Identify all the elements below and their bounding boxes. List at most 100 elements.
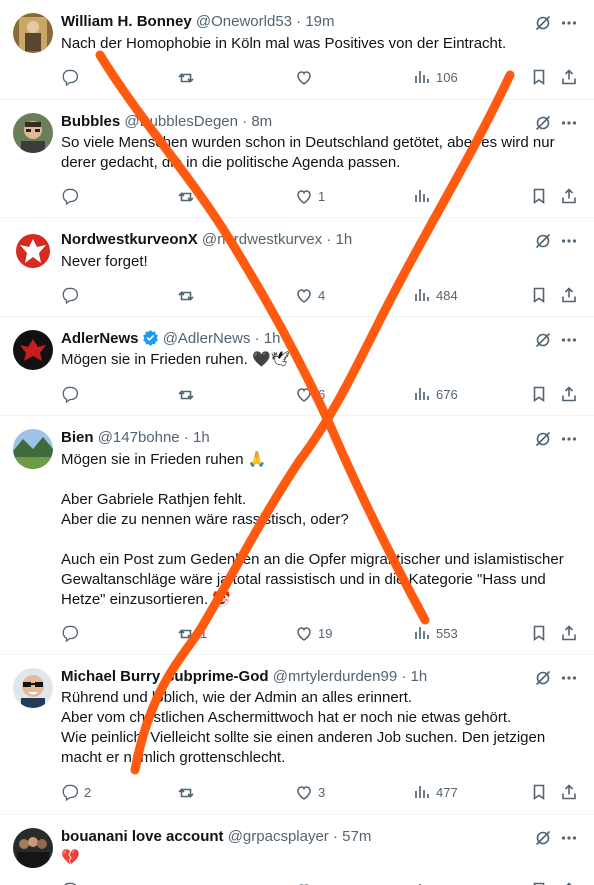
author-handle[interactable]: @nordwestkurvex: [202, 231, 322, 248]
portrait-avatar[interactable]: [13, 113, 53, 153]
share-button[interactable]: [560, 384, 578, 404]
bookmark-button[interactable]: [530, 186, 548, 206]
bookmark-button[interactable]: [530, 67, 548, 87]
group-photo-avatar[interactable]: [13, 828, 53, 868]
tweet-text-line: [61, 530, 581, 550]
like-button[interactable]: [295, 880, 318, 885]
author-name[interactable]: NordwestkurveonX: [61, 231, 198, 248]
retweet-button[interactable]: [177, 384, 200, 404]
more-options-icon[interactable]: [560, 232, 578, 250]
like-button[interactable]: 4: [295, 285, 325, 305]
tweet[interactable]: Michael Burry Subprime-God @mrtylerdurde…: [0, 655, 594, 815]
author-handle[interactable]: @BubblesDegen: [124, 113, 238, 130]
share-button[interactable]: [560, 186, 578, 206]
views-button[interactable]: [413, 880, 436, 885]
reply-button[interactable]: [61, 285, 84, 305]
more-options-icon[interactable]: [560, 331, 578, 349]
reply-button[interactable]: [61, 67, 84, 87]
tweet-text-line: Hetze" einzusortieren. 🤡: [61, 591, 231, 608]
author-name[interactable]: AdlerNews: [61, 330, 139, 347]
grok-icon[interactable]: [534, 14, 552, 32]
reply-button[interactable]: [61, 384, 84, 404]
tweet[interactable]: Bubbles @BubblesDegen · 8m So viele Mensc…: [0, 100, 594, 218]
share-button[interactable]: [560, 623, 578, 643]
author-handle[interactable]: @Oneworld53: [196, 13, 292, 30]
author-handle[interactable]: @147bohne: [98, 429, 180, 446]
retweet-button[interactable]: 1: [177, 623, 207, 643]
eagle-logo-avatar[interactable]: [13, 330, 53, 370]
landscape-avatar[interactable]: [13, 429, 53, 469]
like-button[interactable]: 19: [295, 623, 332, 643]
retweet-button[interactable]: [177, 285, 200, 305]
sunglasses-avatar[interactable]: [13, 668, 53, 708]
tweet[interactable]: NordwestkurveonX @nordwestkurvex · 1h Nev…: [0, 218, 594, 317]
author-name[interactable]: Michael Burry Subprime-God: [61, 668, 269, 685]
author-name[interactable]: Bubbles: [61, 113, 120, 130]
bookmark-button[interactable]: [530, 880, 548, 885]
like-button[interactable]: 6: [295, 384, 325, 404]
views-button[interactable]: 553: [413, 623, 458, 643]
grok-icon[interactable]: [534, 829, 552, 847]
author-name[interactable]: Bien: [61, 429, 94, 446]
reply-icon: [62, 188, 79, 205]
tweet[interactable]: bouanani love account @grpacsplayer · 57…: [0, 815, 594, 885]
timestamp[interactable]: 1h: [264, 330, 281, 347]
more-options-icon[interactable]: [560, 669, 578, 687]
tweet-actions: 1: [0, 186, 594, 208]
retweet-button[interactable]: [177, 880, 200, 885]
painting-avatar[interactable]: [13, 13, 53, 53]
share-button[interactable]: [560, 67, 578, 87]
author-handle[interactable]: @AdlerNews: [163, 330, 251, 347]
views-button[interactable]: [413, 186, 436, 206]
tweet-header: AdlerNews @AdlerNews · 1h: [61, 329, 281, 352]
timestamp[interactable]: 19m: [305, 13, 334, 30]
views-button[interactable]: 106: [413, 67, 458, 87]
reply-button[interactable]: [61, 623, 84, 643]
views-button[interactable]: 676: [413, 384, 458, 404]
timestamp[interactable]: 1h: [336, 231, 353, 248]
author-name[interactable]: William H. Bonney: [61, 13, 192, 30]
timestamp[interactable]: 8m: [251, 113, 272, 130]
retweet-button[interactable]: [177, 782, 200, 802]
reply-button[interactable]: [61, 880, 84, 885]
bookmark-button[interactable]: [530, 623, 548, 643]
grok-icon[interactable]: [534, 669, 552, 687]
share-button[interactable]: [560, 782, 578, 802]
timestamp[interactable]: 1h: [193, 429, 210, 446]
tweet[interactable]: William H. Bonney @Oneworld53 · 19m Nach …: [0, 0, 594, 100]
timestamp[interactable]: 57m: [342, 828, 371, 845]
retweet-button[interactable]: [177, 67, 200, 87]
tweet[interactable]: AdlerNews @AdlerNews · 1h Mögen sie in Fr…: [0, 317, 594, 416]
like-button[interactable]: [295, 67, 318, 87]
author-name[interactable]: bouanani love account: [61, 828, 224, 845]
more-options-icon[interactable]: [560, 114, 578, 132]
grok-icon[interactable]: [534, 331, 552, 349]
share-icon: [562, 69, 576, 85]
bookmark-button[interactable]: [530, 782, 548, 802]
bookmark-button[interactable]: [530, 384, 548, 404]
tweet[interactable]: Bien @147bohne · 1h Mögen sie in Frieden …: [0, 416, 594, 655]
author-handle[interactable]: @mrtylerdurden99: [273, 668, 397, 685]
share-button[interactable]: [560, 285, 578, 305]
more-options-icon[interactable]: [560, 430, 578, 448]
like-button[interactable]: 3: [295, 782, 325, 802]
views-button[interactable]: 484: [413, 285, 458, 305]
share-button[interactable]: [560, 880, 578, 885]
grok-icon[interactable]: [534, 232, 552, 250]
separator-dot: ·: [238, 113, 252, 130]
reply-button[interactable]: [61, 186, 84, 206]
more-options-icon[interactable]: [560, 829, 578, 847]
grok-icon[interactable]: [534, 114, 552, 132]
retweet-button[interactable]: [177, 186, 200, 206]
tweet-text-line: Wie peinlich. Vielleicht sollte sie eine…: [61, 729, 546, 746]
like-button[interactable]: 1: [295, 186, 325, 206]
more-options-icon[interactable]: [560, 14, 578, 32]
author-handle[interactable]: @grpacsplayer: [228, 828, 329, 845]
timestamp[interactable]: 1h: [411, 668, 428, 685]
reply-button[interactable]: 2: [61, 782, 91, 802]
grok-icon[interactable]: [534, 430, 552, 448]
like-icon: [297, 786, 311, 800]
views-button[interactable]: 477: [413, 782, 458, 802]
eagle-crest-avatar[interactable]: [13, 231, 53, 271]
bookmark-button[interactable]: [530, 285, 548, 305]
